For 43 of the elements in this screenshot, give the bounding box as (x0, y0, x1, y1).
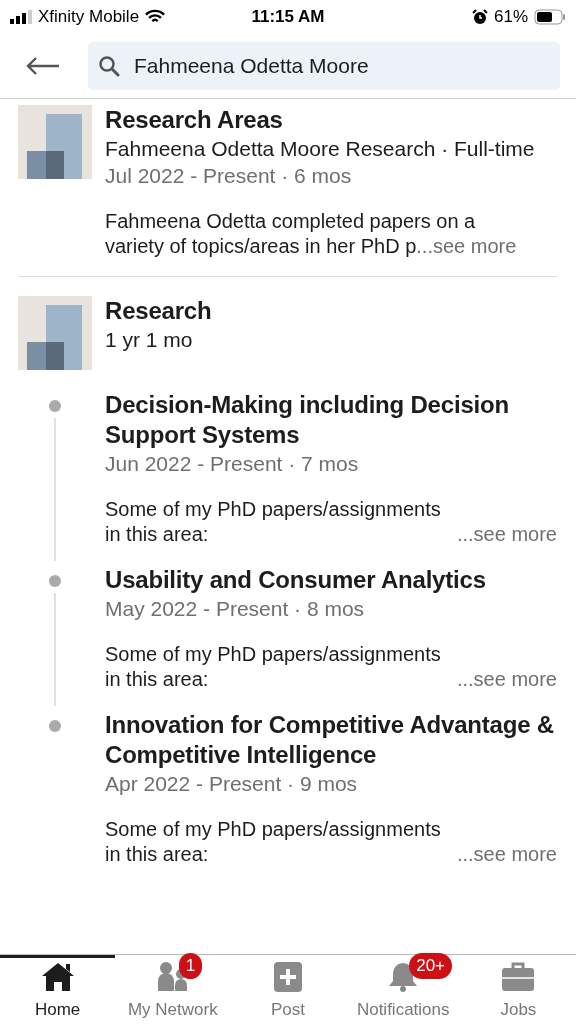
battery-icon (534, 8, 566, 25)
see-more-link[interactable]: ...see more (456, 667, 557, 692)
see-more-link[interactable]: ...see more (416, 235, 517, 257)
see-more-link[interactable]: ...see more (456, 522, 557, 547)
notification-count: 1 (178, 953, 203, 979)
company-logo-icon (18, 105, 92, 179)
notification-count: 20+ (409, 953, 453, 979)
position-title: Decision-Making including Decision Support Systems (105, 390, 510, 450)
nav-tab[interactable]: Post (230, 955, 346, 1024)
date-range: Apr 2022 - Present · 9 mos (105, 771, 359, 797)
wifi-icon (145, 9, 166, 24)
position-description: Some of my PhD papers/assignments in this area: (105, 497, 442, 547)
company-logo-icon (18, 296, 92, 370)
see-more-link[interactable]: ...see more (456, 842, 557, 867)
nav-tab[interactable]: Jobs (460, 955, 576, 1024)
alarm-icon (471, 8, 488, 25)
experience-title: Research Areas (105, 105, 284, 135)
nav-tab[interactable]: 1 My Network (115, 955, 231, 1024)
position-title: Usability and Consumer Analytics (105, 565, 487, 595)
clock-time: 11:15 AM (251, 6, 325, 27)
briefcase-icon (500, 961, 537, 993)
experience-description: Fahmeena Odetta completed papers on a variety of topics/areas in her PhD p...see more (105, 209, 518, 259)
nav-tab[interactable]: Home (0, 955, 116, 1024)
timeline-dot (49, 400, 61, 412)
position-title: Innovation for Competitive Advantage & Competitive Intelligence (105, 710, 555, 770)
battery-percent: 61% (493, 6, 528, 27)
back-arrow-icon[interactable] (26, 56, 60, 75)
carrier-name: Xfinity Mobile (38, 6, 140, 27)
timeline-dot (49, 575, 61, 587)
duration: 1 yr 1 mo (105, 327, 194, 353)
date-range: Jul 2022 - Present · 6 mos (105, 163, 353, 189)
company-title: Research (105, 296, 213, 326)
search-icon (98, 54, 120, 77)
position-description: Some of my PhD papers/assignments in this area: (105, 642, 442, 692)
signal-icon (10, 9, 32, 24)
search-query: Fahmeena Odetta Moore (134, 53, 369, 78)
search-field[interactable]: Fahmeena Odetta Moore (88, 41, 560, 90)
position-description: Some of my PhD papers/assignments in this area: (105, 817, 442, 867)
company-name: Fahmeena Odetta Moore Research · Full-time (105, 136, 536, 162)
nav-tab[interactable]: 20+ Notifications (345, 955, 461, 1024)
date-range: Jun 2022 - Present · 7 mos (105, 451, 360, 477)
date-range: May 2022 - Present · 8 mos (105, 596, 366, 622)
timeline-dot (49, 720, 61, 732)
